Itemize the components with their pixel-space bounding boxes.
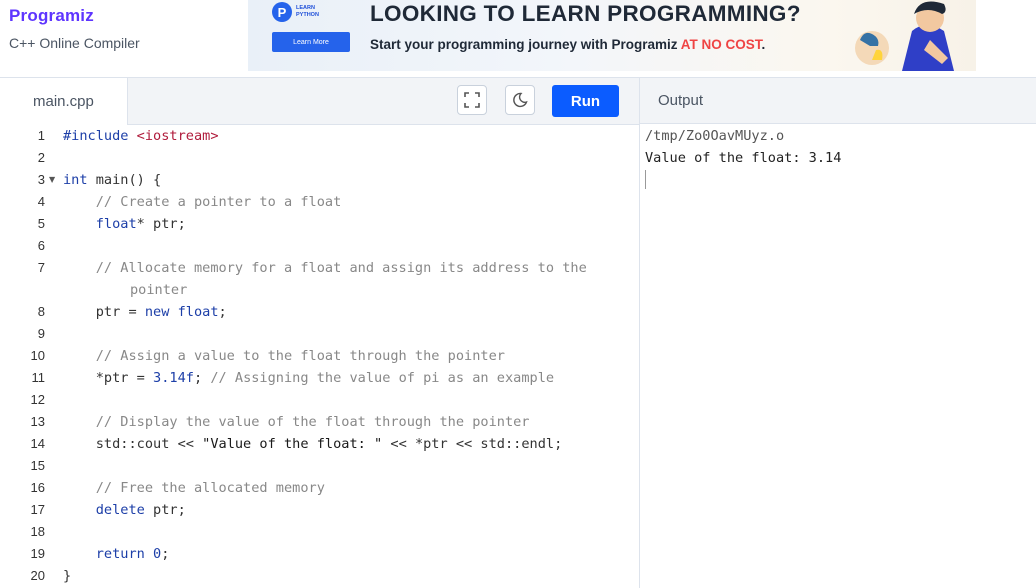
code-line[interactable]: 3 ▼ int main() { bbox=[9, 169, 639, 191]
code-text[interactable]: // Create a pointer to a float bbox=[63, 191, 342, 213]
ad-badge-top: LEARN bbox=[296, 5, 315, 11]
ad-highlight: AT NO COST bbox=[680, 37, 762, 52]
line-number: 5 bbox=[37, 216, 45, 231]
ad-illustration bbox=[855, 1, 954, 71]
line-number: 14 bbox=[30, 436, 45, 451]
code-line[interactable]: 14 std::cout << "Value of the float: " <… bbox=[9, 433, 639, 455]
line-number: 8 bbox=[37, 304, 45, 319]
code-line[interactable]: 7 // Allocate memory for a float and ass… bbox=[9, 257, 639, 301]
code-text[interactable]: // Display the value of the float throug… bbox=[63, 411, 530, 433]
expand-icon bbox=[464, 92, 480, 108]
code-text[interactable]: // Free the allocated memory bbox=[63, 477, 325, 499]
line-number: 9 bbox=[37, 326, 45, 341]
code-line[interactable]: 13 // Display the value of the float thr… bbox=[9, 411, 639, 433]
page-subtitle: C++ Online Compiler bbox=[9, 35, 140, 51]
code-text[interactable]: delete ptr; bbox=[63, 499, 186, 521]
ad-badge-bottom: PYTHON bbox=[296, 12, 319, 18]
site-header: Programiz C++ Online Compiler P LEARN PY… bbox=[0, 0, 1036, 78]
ad-subline: Start your programming journey with Prog… bbox=[370, 37, 765, 52]
code-line[interactable]: 2 bbox=[9, 147, 639, 169]
line-number: 18 bbox=[30, 524, 45, 539]
code-line[interactable]: 8 ptr = new float; bbox=[9, 301, 639, 323]
output-console[interactable]: /tmp/Zo0OavMUyz.o Value of the float: 3.1… bbox=[645, 125, 841, 169]
code-editor-panel: main.cpp Run 1 #include <iostream> 2 3 ▼ in… bbox=[9, 78, 640, 588]
code-line[interactable]: 4 // Create a pointer to a float bbox=[9, 191, 639, 213]
line-number: 7 bbox=[37, 260, 45, 275]
line-number: 15 bbox=[30, 458, 45, 473]
fold-arrow-icon[interactable]: ▼ bbox=[49, 169, 55, 191]
line-number: 3 bbox=[37, 172, 45, 187]
line-number: 17 bbox=[30, 502, 45, 517]
code-line[interactable]: 10 // Assign a value to the float throug… bbox=[9, 345, 639, 367]
code-text[interactable]: ptr = new float; bbox=[63, 301, 227, 323]
code-text[interactable]: } bbox=[63, 565, 71, 587]
line-number: 20 bbox=[30, 568, 45, 583]
ad-subline-end: . bbox=[761, 37, 766, 52]
ad-subline-text: Start your programming journey with Prog… bbox=[370, 37, 681, 52]
programiz-p-icon: P bbox=[272, 2, 292, 22]
ad-python-badge: P LEARN PYTHON bbox=[272, 2, 319, 22]
code-line[interactable]: 1 #include <iostream> bbox=[9, 125, 639, 147]
code-line[interactable]: 9 bbox=[9, 323, 639, 345]
code-line[interactable]: 5 float* ptr; bbox=[9, 213, 639, 235]
code-area[interactable]: 1 #include <iostream> 2 3 ▼ int main() { 4 … bbox=[9, 125, 639, 587]
editor-toolbar: main.cpp Run bbox=[9, 78, 639, 125]
code-text[interactable]: // Allocate memory for a float and assig… bbox=[63, 257, 587, 279]
code-text[interactable]: float* ptr; bbox=[63, 213, 186, 235]
ad-banner[interactable]: P LEARN PYTHON Learn More LOOKING TO LEA… bbox=[248, 0, 976, 71]
code-line[interactable]: 19 return 0; bbox=[9, 543, 639, 565]
line-number: 6 bbox=[37, 238, 45, 253]
code-text[interactable]: return 0; bbox=[63, 543, 170, 565]
output-header: Output bbox=[640, 78, 1036, 124]
code-line[interactable]: 11 *ptr = 3.14f; // Assigning the value … bbox=[9, 367, 639, 389]
output-line: /tmp/Zo0OavMUyz.o bbox=[645, 128, 785, 144]
fullscreen-button[interactable] bbox=[457, 85, 487, 115]
line-number: 10 bbox=[30, 348, 45, 363]
output-panel: Output /tmp/Zo0OavMUyz.o Value of the flo… bbox=[640, 78, 1036, 588]
programiz-logo[interactable]: Programiz bbox=[9, 6, 140, 26]
line-number: 4 bbox=[37, 194, 45, 209]
line-number: 2 bbox=[37, 150, 45, 165]
code-line[interactable]: 17 delete ptr; bbox=[9, 499, 639, 521]
line-number: 11 bbox=[31, 370, 46, 385]
line-number: 1 bbox=[37, 128, 45, 143]
code-text[interactable]: std::cout << "Value of the float: " << *… bbox=[63, 433, 563, 455]
brand[interactable]: Programiz C++ Online Compiler bbox=[9, 6, 140, 51]
code-text[interactable]: int main() { bbox=[63, 169, 161, 191]
code-line[interactable]: 20} bbox=[9, 565, 639, 587]
code-text[interactable]: *ptr = 3.14f; // Assigning the value of … bbox=[63, 367, 554, 389]
output-line: Value of the float: 3.14 bbox=[645, 150, 842, 166]
line-number: 19 bbox=[30, 546, 45, 561]
code-line[interactable]: 6 bbox=[9, 235, 639, 257]
line-number: 16 bbox=[30, 480, 45, 495]
run-button[interactable]: Run bbox=[552, 85, 619, 117]
output-caret bbox=[645, 170, 646, 189]
code-line[interactable]: 18 bbox=[9, 521, 639, 543]
code-line[interactable]: 12 bbox=[9, 389, 639, 411]
ad-headline: LOOKING TO LEARN PROGRAMMING? bbox=[370, 1, 801, 26]
theme-toggle-button[interactable] bbox=[505, 85, 535, 115]
file-tab-main-cpp[interactable]: main.cpp bbox=[9, 78, 128, 125]
line-number: 12 bbox=[30, 392, 45, 407]
code-line[interactable]: 16 // Free the allocated memory bbox=[9, 477, 639, 499]
moon-icon bbox=[513, 92, 528, 108]
ad-learn-more-button[interactable]: Learn More bbox=[272, 32, 350, 52]
code-text-wrapped[interactable]: pointer bbox=[130, 279, 187, 301]
code-text[interactable]: #include <iostream> bbox=[63, 125, 219, 147]
line-number: 13 bbox=[30, 414, 45, 429]
code-text[interactable]: // Assign a value to the float through t… bbox=[63, 345, 505, 367]
code-line[interactable]: 15 bbox=[9, 455, 639, 477]
